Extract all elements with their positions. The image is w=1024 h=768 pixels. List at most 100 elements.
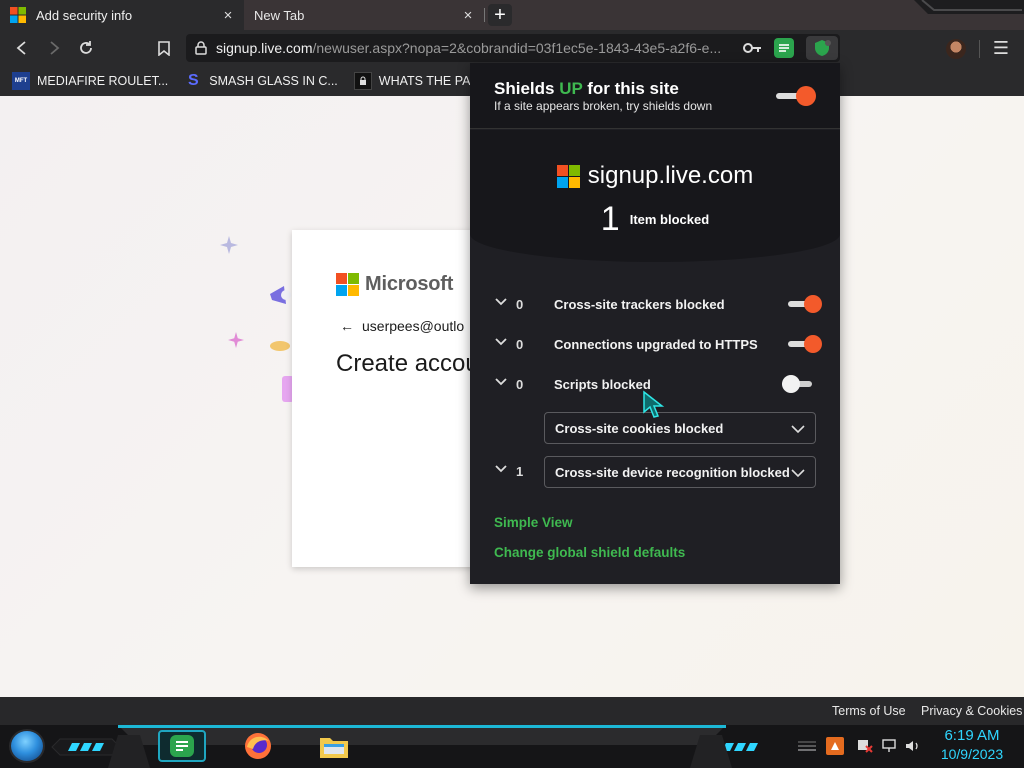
tray-app-icon[interactable] <box>826 737 844 755</box>
chevron-down-icon <box>791 425 805 434</box>
tab-close-icon[interactable]: × <box>460 7 476 24</box>
firefox-icon <box>245 733 271 759</box>
chevron-down-icon[interactable] <box>494 375 508 389</box>
address-bar[interactable]: signup.live.com/newuser.aspx?nopa=2&cobr… <box>186 34 840 62</box>
chevron-down-icon[interactable] <box>494 462 508 476</box>
fingerprint-select-value: Cross-site device recognition blocked <box>555 464 790 480</box>
back-button[interactable] <box>10 37 34 59</box>
tab-separator <box>484 8 485 22</box>
tab-close-icon[interactable]: × <box>220 7 236 24</box>
volume-icon[interactable] <box>904 737 922 755</box>
tab-new-tab[interactable]: New Tab × <box>244 0 484 30</box>
page-footer: Terms of Use Privacy & Cookies <box>0 697 1024 725</box>
toggle-knob <box>782 375 800 393</box>
toolbar-divider <box>979 40 980 58</box>
network-bars-icon[interactable] <box>798 737 816 755</box>
smash-glass-icon: S <box>184 72 203 90</box>
site-favicon-icon <box>556 164 580 188</box>
tab-add-security-info[interactable]: Add security info × <box>0 0 244 30</box>
taskbar-firefox[interactable] <box>240 730 276 762</box>
https-label: Connections upgraded to HTTPS <box>554 336 758 352</box>
sparkle-icon <box>220 236 238 254</box>
https-row: 0 Connections upgraded to HTTPS <box>470 329 840 359</box>
lock-icon <box>195 41 207 55</box>
system-clock[interactable]: 6:19 AM 10/9/2023 <box>932 727 1012 763</box>
browser-toolbar: signup.live.com/newuser.aspx?nopa=2&cobr… <box>0 30 1024 66</box>
taskbar-notes-app[interactable] <box>158 730 206 762</box>
cookies-select-value: Cross-site cookies blocked <box>555 420 724 436</box>
url-text[interactable]: signup.live.com/newuser.aspx?nopa=2&cobr… <box>216 40 726 56</box>
shields-subtitle: If a site appears broken, try shields do… <box>494 99 713 113</box>
page-title: Create accou <box>336 350 479 377</box>
shields-status: UP <box>559 79 583 98</box>
brave-shields-button[interactable] <box>806 36 838 60</box>
simple-view-link[interactable]: Simple View <box>494 515 573 530</box>
chevron-down-icon[interactable] <box>494 335 508 349</box>
terms-link[interactable]: Terms of Use <box>832 704 906 718</box>
scripts-toggle[interactable] <box>782 374 822 394</box>
reload-button[interactable] <box>74 37 98 59</box>
site-row: signup.live.com <box>470 162 840 190</box>
tab-title: New Tab <box>254 7 305 23</box>
cookies-select[interactable]: Cross-site cookies blocked <box>544 412 816 444</box>
reload-icon <box>80 41 92 54</box>
trackers-count: 0 <box>516 296 524 312</box>
trackers-row: 0 Cross-site trackers blocked <box>470 289 840 319</box>
https-toggle[interactable] <box>788 334 828 354</box>
taskbar: 6:19 AM 10/9/2023 <box>0 725 1024 768</box>
whats-the-pass-icon <box>353 72 372 90</box>
key-icon[interactable] <box>742 39 762 57</box>
profile-avatar[interactable] <box>946 39 966 59</box>
action-center-icon[interactable] <box>856 737 874 755</box>
fingerprint-count: 1 <box>516 463 524 479</box>
clock-time: 6:19 AM <box>944 727 1000 744</box>
shields-title-suffix: for this site <box>582 79 679 98</box>
menu-icon[interactable]: ☰ <box>990 38 1012 60</box>
trackers-toggle[interactable] <box>788 294 828 314</box>
chevron-down-icon <box>791 469 805 478</box>
start-button[interactable] <box>9 729 45 763</box>
shields-master-toggle[interactable] <box>776 86 816 106</box>
fingerprint-select[interactable]: Cross-site device recognition blocked <box>544 456 816 488</box>
mediafire-icon: MFT <box>12 72 30 90</box>
shields-site-summary: signup.live.com 1 Item blocked <box>470 130 840 262</box>
bookmark-button[interactable] <box>152 37 176 59</box>
scripts-label: Scripts blocked <box>554 376 651 392</box>
forward-button[interactable] <box>42 37 66 59</box>
sparkle-icon <box>228 332 244 348</box>
bookmark-smash-glass[interactable]: S SMASH GLASS IN C... <box>184 72 338 90</box>
bookmark-mediafire[interactable]: MFT MEDIAFIRE ROULET... <box>12 72 168 90</box>
folder-icon <box>320 738 348 758</box>
brand-name: Microsoft <box>365 273 454 295</box>
shields-header: Shields UP for this site If a site appea… <box>470 63 840 129</box>
blocked-summary: 1 Item blocked <box>470 200 840 239</box>
toggle-knob <box>804 335 822 353</box>
bookmark-icon <box>158 40 170 56</box>
back-arrow-icon <box>16 41 26 55</box>
brave-shields-panel: Shields UP for this site If a site appea… <box>470 63 840 584</box>
site-name: signup.live.com <box>587 162 754 189</box>
tab-title: Add security info <box>36 7 133 23</box>
site-info-button[interactable] <box>186 34 216 62</box>
microsoft-logo-icon <box>336 273 359 296</box>
url-path: /newuser.aspx?nopa=2&cobrandid=03f1ec5e-… <box>312 40 722 56</box>
scripts-count: 0 <box>516 376 524 392</box>
taskbar-file-explorer[interactable] <box>316 730 352 762</box>
privacy-link[interactable]: Privacy & Cookies <box>921 704 1022 718</box>
extension-icon[interactable] <box>774 38 794 58</box>
account-back-link[interactable]: ← userpees@outlo <box>340 318 464 334</box>
coins-icon <box>270 341 290 351</box>
clock-date: 10/9/2023 <box>940 746 1004 762</box>
global-defaults-link[interactable]: Change global shield defaults <box>494 545 685 560</box>
microsoft-logo: Microsoft <box>336 273 453 296</box>
chevron-down-icon[interactable] <box>494 295 508 309</box>
megaphone-icon <box>270 286 291 304</box>
new-tab-button[interactable]: + <box>488 4 512 26</box>
toggle-knob <box>804 295 822 313</box>
bookmark-label: MEDIAFIRE ROULET... <box>37 74 169 88</box>
https-count: 0 <box>516 336 524 352</box>
window-frame-decoration <box>914 0 1024 14</box>
shields-title: Shields UP for this site <box>494 79 679 99</box>
lock-icon <box>359 76 366 85</box>
network-icon[interactable] <box>880 737 898 755</box>
